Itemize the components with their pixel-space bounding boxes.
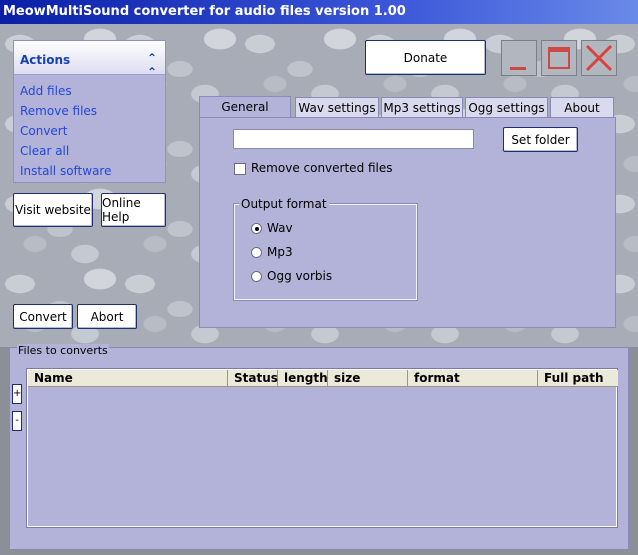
tab-mp3-settings[interactable]: Mp3 settings <box>381 97 463 119</box>
maximize-button[interactable] <box>541 40 577 76</box>
remove-converted-checkbox[interactable] <box>234 163 246 175</box>
chevron-up-icon[interactable]: ⌃ ⌃ <box>147 51 157 79</box>
action-convert[interactable]: Convert <box>20 121 165 141</box>
remove-file-button[interactable]: - <box>12 411 22 431</box>
set-folder-button[interactable]: Set folder <box>503 127 578 152</box>
close-button[interactable] <box>581 40 617 76</box>
window-title: MeowMultiSound converter for audio files… <box>3 4 406 19</box>
radio-mp3-label: Mp3 <box>267 245 293 259</box>
column-header-name[interactable]: Name <box>28 370 228 387</box>
action-clear-all[interactable]: Clear all <box>20 141 165 161</box>
visit-website-button[interactable]: Visit website <box>13 193 93 227</box>
radio-ogg-vorbis-label: Ogg vorbis <box>267 269 333 283</box>
output-format-title: Output format <box>239 197 329 211</box>
actions-panel: Actions ⌃ ⌃ Add files Remove files Conver… <box>13 40 166 183</box>
column-header-status[interactable]: Status <box>228 370 278 387</box>
actions-title: Actions <box>20 53 71 67</box>
convert-button[interactable]: Convert <box>13 304 73 329</box>
action-add-files[interactable]: Add files <box>20 81 165 101</box>
action-remove-files[interactable]: Remove files <box>20 101 165 121</box>
action-install-software[interactable]: Install software <box>20 161 165 181</box>
donate-button[interactable]: Donate <box>365 40 486 75</box>
column-header-length[interactable]: length <box>278 370 328 387</box>
files-table[interactable]: Name Status length size format Full path <box>26 368 618 528</box>
minimize-icon <box>510 67 526 70</box>
online-help-button[interactable]: Online Help <box>101 193 166 227</box>
radio-ogg-vorbis[interactable] <box>251 271 262 282</box>
maximize-icon <box>548 47 570 69</box>
radio-mp3[interactable] <box>251 247 262 258</box>
actions-list: Add files Remove files Convert Clear all… <box>14 75 165 181</box>
radio-wav-label: Wav <box>267 221 293 235</box>
tab-wav-settings[interactable]: Wav settings <box>295 97 379 119</box>
column-header-size[interactable]: size <box>328 370 408 387</box>
tab-general-options[interactable]: General options <box>199 96 291 135</box>
title-bar: MeowMultiSound converter for audio files… <box>0 0 638 24</box>
tab-ogg-settings[interactable]: Ogg settings <box>465 97 548 119</box>
column-header-full-path[interactable]: Full path <box>538 370 618 387</box>
folder-input[interactable] <box>233 129 474 149</box>
minimize-button[interactable] <box>501 40 537 76</box>
add-file-button[interactable]: + <box>12 384 22 404</box>
tab-about[interactable]: About <box>550 97 614 119</box>
close-icon <box>585 44 613 72</box>
radio-wav[interactable] <box>251 223 262 234</box>
column-header-format[interactable]: format <box>408 370 538 387</box>
files-group-title: Files to converts <box>17 344 109 357</box>
remove-converted-label: Remove converted files <box>251 161 393 175</box>
abort-button[interactable]: Abort <box>77 304 137 329</box>
actions-header[interactable]: Actions ⌃ ⌃ <box>14 41 165 79</box>
